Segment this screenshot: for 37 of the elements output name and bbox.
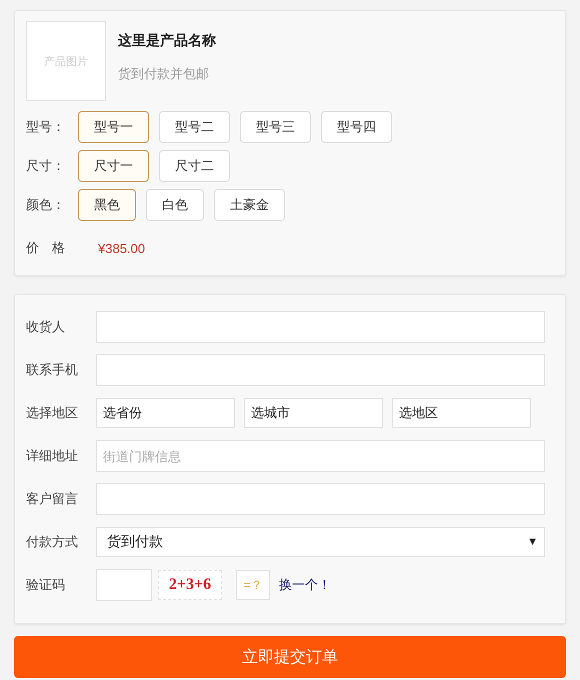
refresh-link[interactable]: 换一个！ [279, 576, 331, 594]
field-label: 付款方式 [26, 533, 79, 551]
price-value: ¥385.00 [98, 240, 145, 256]
option-label: 型号： [26, 118, 66, 136]
option-button[interactable]: 尺寸二 [159, 150, 230, 182]
input-field[interactable] [96, 311, 545, 343]
option-button[interactable]: 型号一 [78, 111, 149, 143]
dropdown-arrow-icon: ▼ [527, 536, 538, 548]
option-label: 尺寸： [26, 157, 66, 175]
option-button[interactable]: 白色 [146, 189, 204, 221]
captcha-field[interactable] [96, 569, 152, 601]
field-label: 收货人 [26, 318, 66, 336]
option-button[interactable]: 黑色 [78, 189, 136, 221]
product-subtitle: 货到付款并包邮 [118, 65, 210, 83]
captcha-equals: =？ [236, 570, 270, 600]
option-button[interactable]: 型号四 [321, 111, 392, 143]
dropdown-value: 货到付款 [107, 533, 163, 551]
input-field[interactable]: 街道门牌信息 [96, 440, 545, 472]
region-select[interactable]: 选地区 [392, 398, 531, 428]
region-select[interactable]: 选城市 [244, 398, 383, 428]
option-label: 颜色： [26, 196, 66, 214]
price-label: 价 格 [26, 239, 66, 257]
region-select[interactable]: 选省份 [96, 398, 235, 428]
field-label: 验证码 [26, 576, 66, 594]
product-name: 这里是产品名称 [118, 32, 216, 50]
option-button[interactable]: 尺寸一 [78, 150, 149, 182]
option-button[interactable]: 土豪金 [214, 189, 285, 221]
field-label: 选择地区 [26, 404, 79, 422]
captcha-question: 2+3+6 [158, 570, 222, 600]
payment-dropdown[interactable]: 货到付款 ▼ [96, 527, 545, 557]
field-label: 详细地址 [26, 447, 79, 465]
option-button[interactable]: 型号三 [240, 111, 311, 143]
input-field[interactable] [96, 354, 545, 386]
field-label: 联系手机 [26, 361, 79, 379]
field-label: 客户留言 [26, 490, 79, 508]
option-button[interactable]: 型号二 [159, 111, 230, 143]
input-field[interactable] [96, 483, 545, 515]
